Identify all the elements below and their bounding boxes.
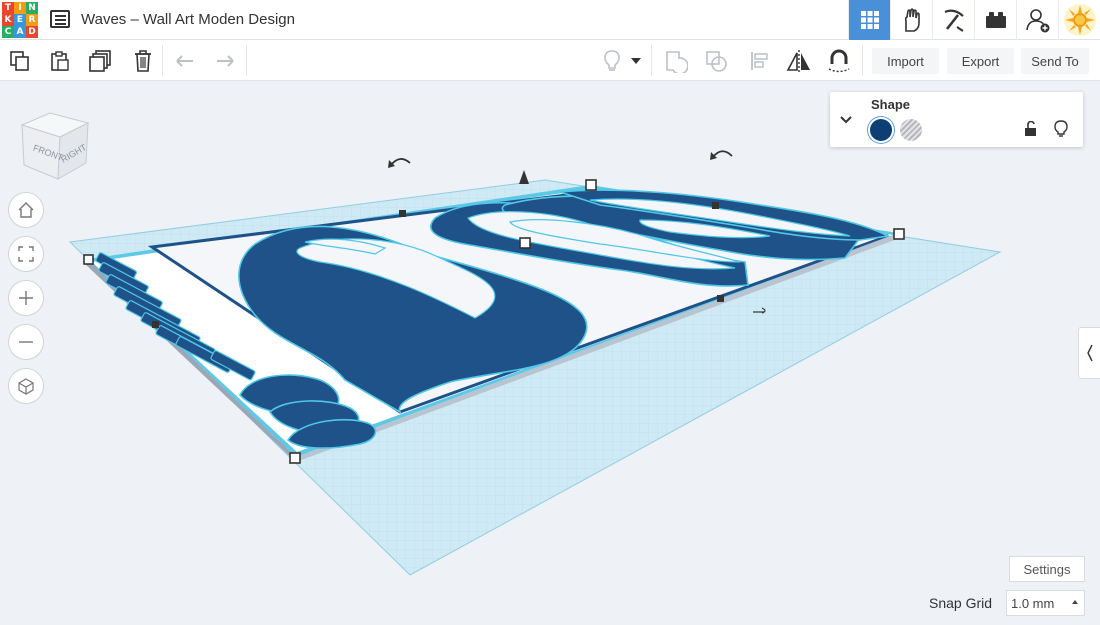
zoom-in-icon: [19, 291, 33, 305]
top-nav: [848, 0, 1100, 40]
logo-letter: T: [2, 2, 14, 14]
align-button[interactable]: [747, 48, 773, 74]
grid-icon: [860, 11, 879, 29]
home-view-button[interactable]: [8, 192, 44, 228]
zoom-out-button[interactable]: [8, 324, 44, 360]
design-title[interactable]: Waves – Wall Art Moden Design: [81, 11, 295, 28]
copy-icon: [10, 51, 29, 71]
show-all-button[interactable]: [599, 48, 625, 74]
paste-button[interactable]: [47, 48, 73, 74]
minecraft-build-button[interactable]: [932, 0, 974, 40]
import-button[interactable]: Import: [872, 48, 939, 74]
paste-icon: [51, 51, 69, 71]
zoom-out-icon: [19, 341, 33, 343]
logo-letter: K: [2, 14, 14, 26]
ungroup-button[interactable]: [703, 48, 729, 74]
logo-letter: E: [14, 14, 26, 26]
redo-button[interactable]: [212, 48, 238, 74]
lightbulb-icon: [1054, 120, 1068, 137]
bricks-button[interactable]: [974, 0, 1016, 40]
logo-letter: N: [26, 2, 38, 14]
workplane-magnet-icon: [828, 49, 850, 73]
collapse-inspector-button[interactable]: [839, 112, 853, 130]
3d-scene[interactable]: [0, 81, 1100, 625]
mirror-button[interactable]: [786, 48, 812, 74]
lightbulb-icon: [604, 50, 620, 71]
edit-toolbar: Import Export Send To: [0, 40, 1100, 81]
chevron-down-icon: [840, 116, 852, 124]
dropdown-arrow-icon: [631, 58, 641, 64]
ungroup-icon: [706, 51, 727, 72]
design-list-icon[interactable]: [50, 10, 70, 28]
avatar-sun-icon: [1063, 4, 1096, 36]
add-user-icon: [1025, 9, 1049, 33]
shape-inspector: Shape: [830, 92, 1083, 147]
rotate-handle-right[interactable]: [710, 150, 733, 160]
invite-user-button[interactable]: [1016, 0, 1058, 40]
perspective-icon: [18, 378, 34, 395]
workplane-viewport[interactable]: FRONT RIGHT: [0, 81, 1100, 625]
view-cube[interactable]: FRONT RIGHT: [18, 107, 90, 188]
bricks-icon: [985, 12, 1006, 28]
delete-button[interactable]: [130, 48, 156, 74]
align-icon: [751, 52, 768, 70]
logo-letter: C: [2, 26, 14, 38]
delete-icon: [135, 50, 151, 72]
snap-grid-select[interactable]: 1.0 mm: [1006, 590, 1085, 616]
perspective-button[interactable]: [8, 368, 44, 404]
height-handle[interactable]: [519, 170, 529, 184]
codeblocks-button[interactable]: [890, 0, 932, 40]
logo-letter: D: [26, 26, 38, 38]
fit-view-button[interactable]: [8, 236, 44, 272]
redo-icon: [217, 55, 234, 67]
snap-grid-label: Snap Grid: [929, 595, 993, 611]
caret-up-icon: [1072, 600, 1078, 604]
group-button[interactable]: [663, 48, 689, 74]
hole-swatch[interactable]: [900, 119, 922, 141]
send-to-button[interactable]: Send To: [1021, 48, 1089, 74]
codeblocks-hand-icon: [904, 8, 920, 32]
logo-letter: I: [14, 2, 26, 14]
visibility-dropdown[interactable]: [629, 48, 643, 74]
snap-grid-value: 1.0 mm: [1011, 595, 1055, 611]
fit-view-icon: [18, 246, 34, 262]
copy-button[interactable]: [7, 48, 33, 74]
solid-color-swatch[interactable]: [870, 119, 892, 141]
title-bar: TINKERCAD Waves – Wall Art Moden Design: [0, 0, 1100, 40]
expand-shapes-panel-button[interactable]: [1078, 327, 1100, 379]
pickaxe-icon: [944, 9, 964, 32]
hide-button[interactable]: [1051, 119, 1071, 139]
duplicate-button[interactable]: [88, 48, 114, 74]
cruise-button[interactable]: [826, 48, 852, 74]
lock-icon: [1025, 121, 1036, 136]
zoom-in-button[interactable]: [8, 280, 44, 316]
grid-view-button[interactable]: [848, 0, 890, 40]
export-button[interactable]: Export: [947, 48, 1014, 74]
tinkercad-logo[interactable]: TINKERCAD: [2, 2, 38, 38]
group-icon: [666, 51, 688, 73]
rotate-handle-left[interactable]: [388, 158, 411, 168]
settings-button[interactable]: Settings: [1009, 556, 1085, 582]
logo-letter: A: [14, 26, 26, 38]
chevron-left-icon: [1086, 344, 1093, 362]
user-avatar[interactable]: [1058, 0, 1100, 40]
mirror-icon: [786, 50, 810, 72]
home-view-icon: [18, 202, 34, 218]
duplicate-icon: [89, 50, 111, 72]
logo-letter: R: [26, 14, 38, 26]
inspector-title: Shape: [871, 97, 911, 112]
undo-icon: [176, 55, 193, 67]
lock-button[interactable]: [1021, 119, 1041, 139]
undo-button[interactable]: [172, 48, 198, 74]
